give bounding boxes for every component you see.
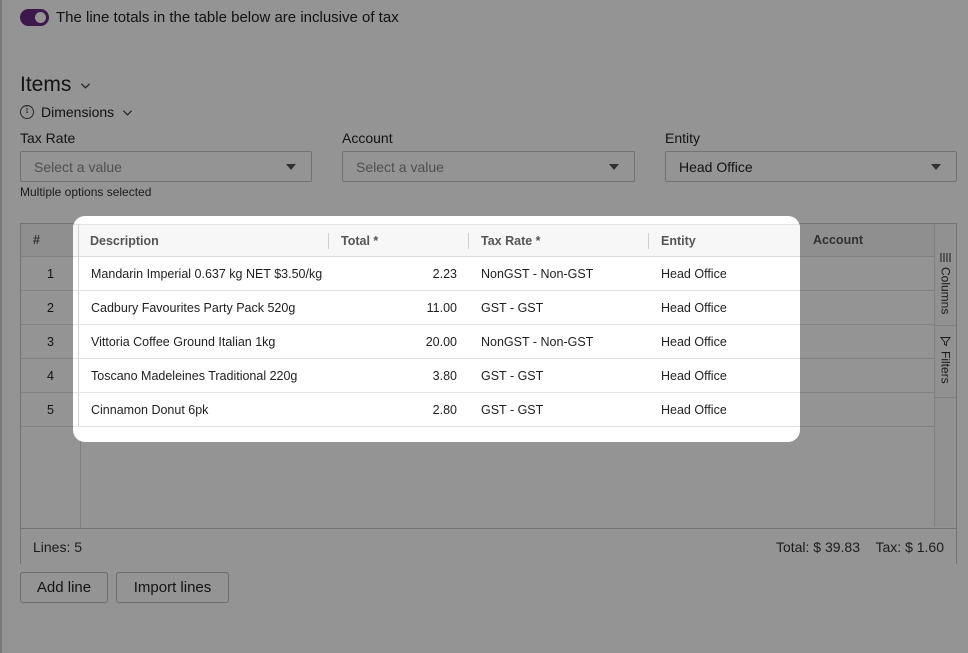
cell-description[interactable]: Vittoria Coffee Ground Italian 1kg [91,325,275,359]
cell-entity[interactable]: Head Office [661,359,727,393]
col-header-tax-rate[interactable]: Tax Rate * [481,225,541,257]
table-row[interactable]: Cadbury Favourites Party Pack 520g 11.00… [73,291,800,325]
table-row[interactable]: Toscano Madeleines Traditional 220g 3.80… [73,359,800,393]
cell-entity[interactable]: Head Office [661,325,727,359]
col-header-entity[interactable]: Entity [661,225,696,257]
cell-tax-rate[interactable]: GST - GST [481,393,543,427]
cell-entity[interactable]: Head Office [661,257,727,291]
cell-entity[interactable]: Head Office [661,393,727,427]
cell-tax-rate[interactable]: NonGST - Non-GST [481,325,593,359]
column-separator [328,233,329,249]
cell-description[interactable]: Cadbury Favourites Party Pack 520g [91,291,295,325]
cell-description[interactable]: Mandarin Imperial 0.637 kg NET $3.50/kg [91,257,322,291]
cell-tax-rate[interactable]: NonGST - Non-GST [481,257,593,291]
cell-entity[interactable]: Head Office [661,291,727,325]
table-row[interactable]: Vittoria Coffee Ground Italian 1kg 20.00… [73,325,800,359]
cell-total[interactable]: 3.80 [433,359,457,393]
highlight-header: Description Total * Tax Rate * Entity [73,224,800,257]
cell-total[interactable]: 2.23 [433,257,457,291]
col-header-description[interactable]: Description [90,225,159,257]
table-row[interactable]: Cinnamon Donut 6pk 2.80 GST - GST Head O… [73,393,800,427]
highlighted-line-items: Description Total * Tax Rate * Entity Ma… [73,216,800,442]
cell-total[interactable]: 2.80 [433,393,457,427]
column-separator [648,233,649,249]
table-row[interactable]: Mandarin Imperial 0.637 kg NET $3.50/kg … [73,257,800,291]
cell-description[interactable]: Toscano Madeleines Traditional 220g [91,359,297,393]
cell-total[interactable]: 11.00 [427,291,457,325]
col-header-total[interactable]: Total * [341,225,378,257]
cell-tax-rate[interactable]: GST - GST [481,291,543,325]
cell-tax-rate[interactable]: GST - GST [481,359,543,393]
column-separator [468,233,469,249]
cell-total[interactable]: 20.00 [426,325,457,359]
cell-description[interactable]: Cinnamon Donut 6pk [91,393,208,427]
